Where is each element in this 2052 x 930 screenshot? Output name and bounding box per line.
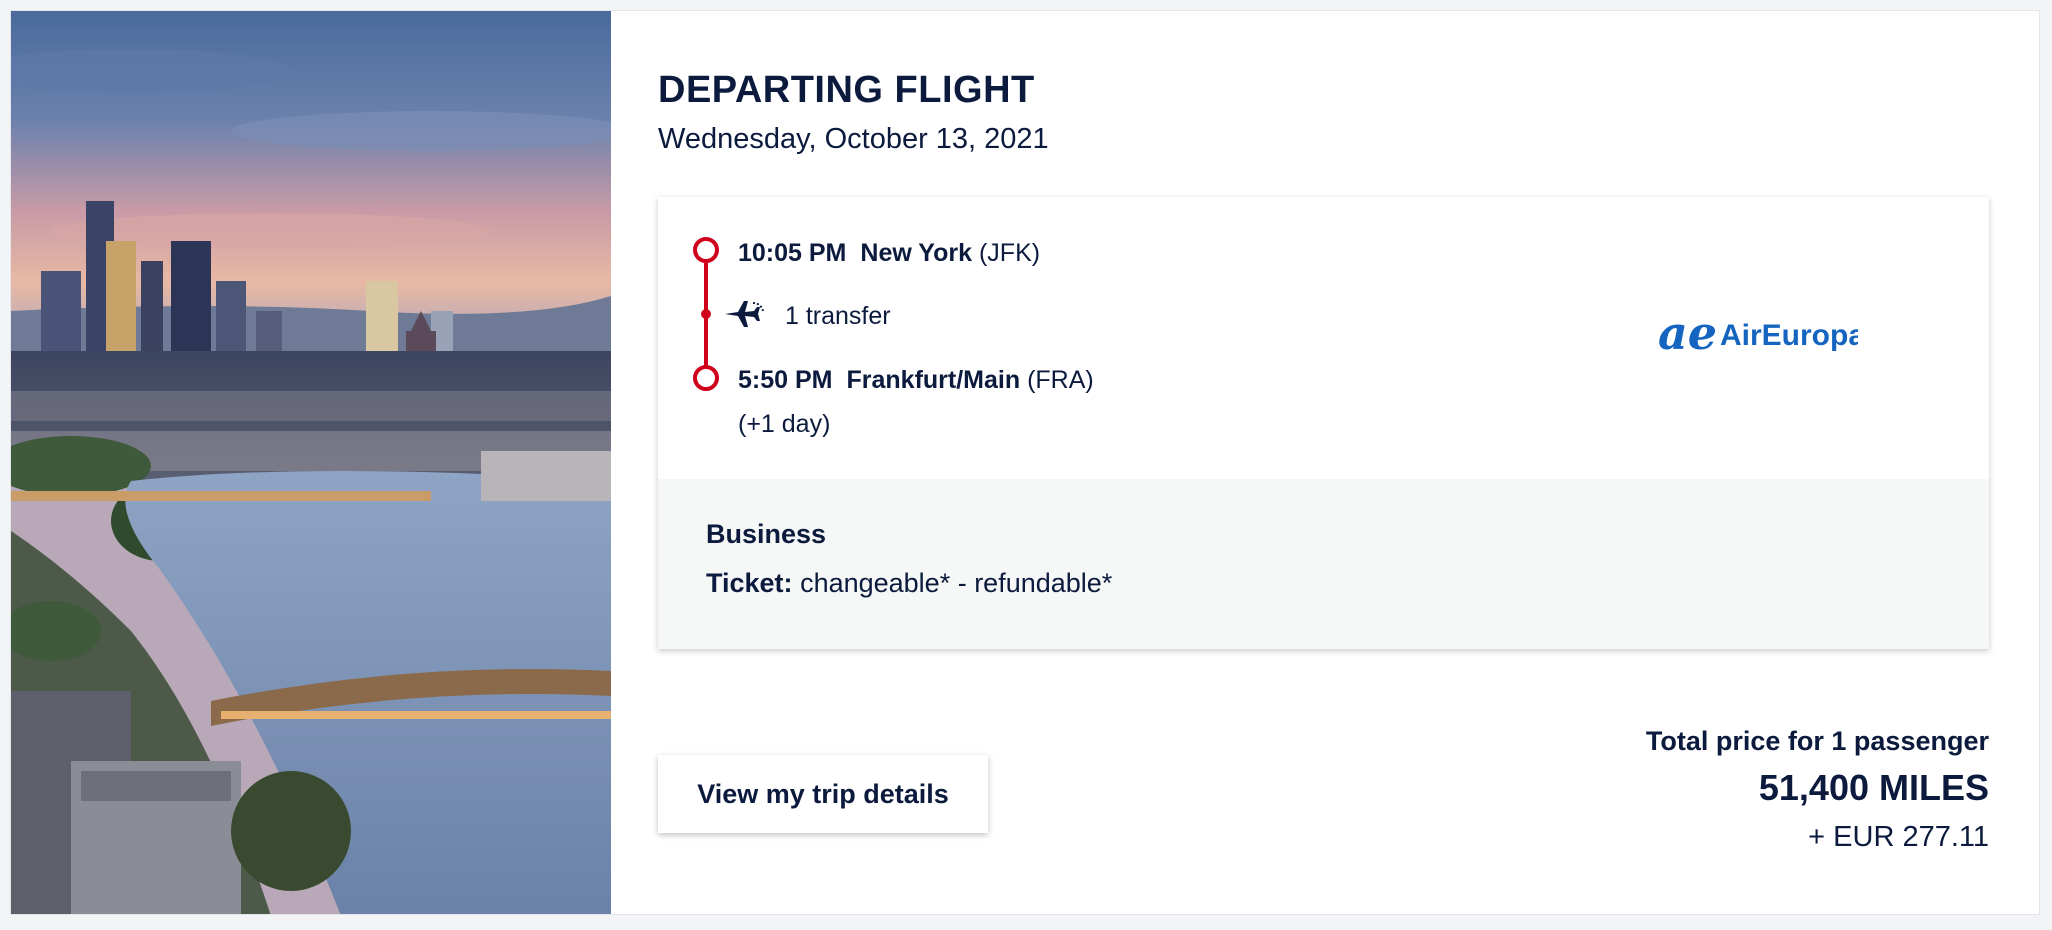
flight-details: DEPARTING FLIGHT Wednesday, October 13, …: [658, 11, 2001, 914]
ticket-conditions: Ticket: changeable* - refundable*: [706, 568, 1112, 599]
flight-summary-card: DEPARTING FLIGHT Wednesday, October 13, …: [10, 10, 2040, 915]
fare-info: Business Ticket: changeable* - refundabl…: [658, 479, 1989, 649]
price-miles: 51,400 MILES: [1758, 767, 1989, 808]
page-title: DEPARTING FLIGHT: [658, 69, 1035, 111]
airline-logo-mark: ae: [1658, 307, 1717, 357]
transfer-dot-icon: [701, 309, 711, 319]
airline-logo: ae AirEuropa: [1658, 307, 1858, 357]
ticket-conditions-value: changeable* - refundable*: [800, 568, 1113, 598]
departure-airport-code: (JFK): [978, 239, 1041, 267]
departure-dot-icon: [693, 237, 719, 263]
price-cash: + EUR 277.11: [1808, 821, 1989, 853]
departure-date: Wednesday, October 13, 2021: [658, 123, 1049, 155]
departure-row: 10:05 PM New York (JFK): [738, 239, 1040, 268]
arrival-city: Frankfurt/Main: [846, 366, 1021, 394]
cabin-class: Business: [706, 519, 827, 549]
itinerary: 10:05 PM New York (JFK) 1 transfer 5:50 P…: [658, 197, 1989, 479]
airline-name: AirEuropa: [1720, 319, 1858, 352]
arrival-time: 5:50 PM: [738, 366, 833, 394]
arrival-day-offset: (+1 day): [738, 410, 831, 438]
departure-city: New York: [860, 239, 973, 267]
price-summary: Total price for 1 passenger 51,400 MILES…: [1646, 721, 1989, 859]
arrival-airport-code: (FRA): [1027, 366, 1094, 394]
view-trip-details-button[interactable]: View my trip details: [658, 755, 988, 833]
destination-photo: [11, 11, 611, 914]
departure-time: 10:05 PM: [738, 239, 847, 267]
route-timeline: [693, 237, 719, 391]
ticket-label: Ticket:: [706, 568, 793, 598]
price-label: Total price for 1 passenger: [1645, 726, 1989, 756]
flight-segment-card: 10:05 PM New York (JFK) 1 transfer 5:50 P…: [658, 197, 1989, 649]
transfer-count: 1 transfer: [785, 302, 891, 330]
airplane-connection-icon: [725, 301, 764, 327]
arrival-dot-icon: [693, 365, 719, 391]
arrival-row: 5:50 PM Frankfurt/Main (FRA): [738, 366, 1094, 395]
